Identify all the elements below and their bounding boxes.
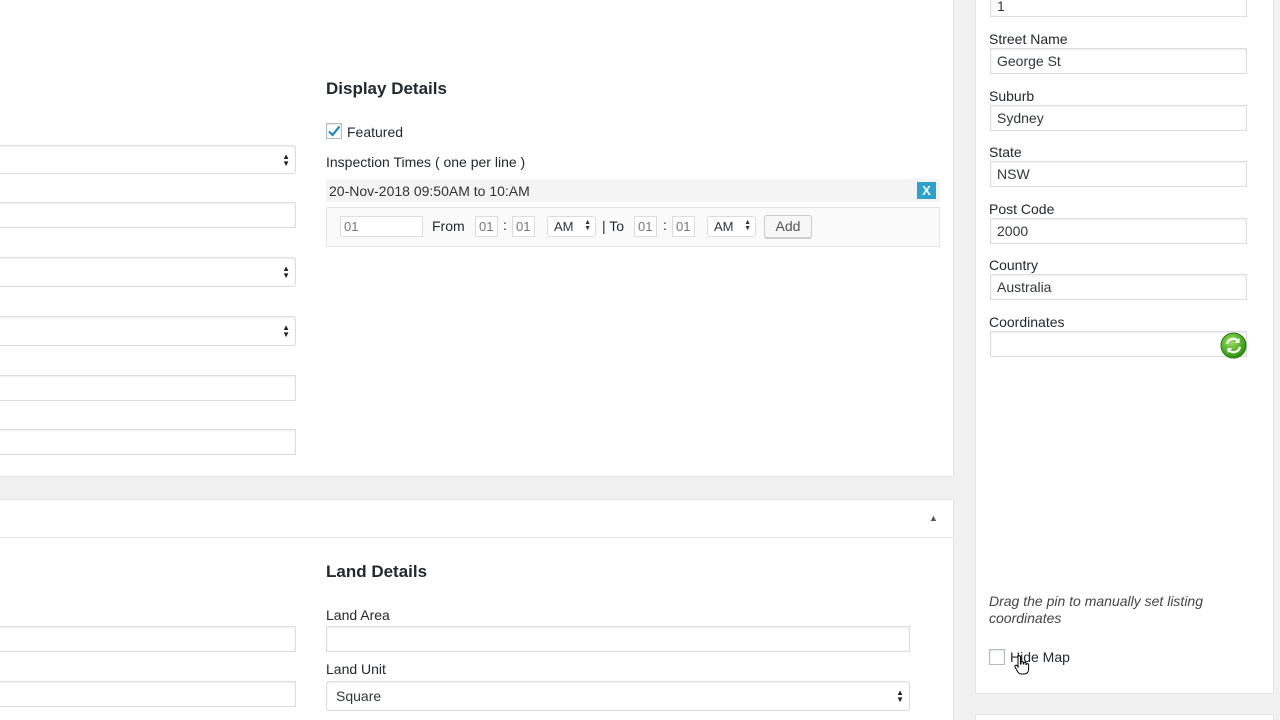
left-input-3[interactable]: [0, 429, 296, 455]
land-unit-value: Square: [336, 688, 382, 704]
to-ampm-value: AM: [714, 219, 734, 234]
hide-map-checkbox[interactable]: [989, 649, 1005, 665]
select-arrows-icon: ▲ ▼: [282, 264, 290, 280]
street-name-label: Street Name: [989, 31, 1068, 47]
from-label: From: [432, 218, 465, 234]
street-name-input[interactable]: George St: [990, 48, 1247, 74]
select-arrows-icon: ▲ ▼: [282, 151, 290, 168]
featured-label: Featured: [347, 124, 404, 140]
left-select-3[interactable]: ▲ ▼: [0, 316, 296, 346]
postcode-label: Post Code: [989, 201, 1055, 217]
panel-header-divider: [0, 537, 954, 538]
left-input-2[interactable]: [0, 375, 296, 401]
left-input-1[interactable]: [0, 202, 296, 228]
land-area-label: Land Area: [326, 607, 390, 623]
select-arrows-icon: ▲ ▼: [584, 219, 591, 232]
to-ampm-select[interactable]: AM ▲ ▼: [707, 216, 756, 237]
left-input-4[interactable]: [0, 626, 296, 652]
refresh-coordinates-icon[interactable]: [1220, 332, 1247, 359]
from-ampm-select[interactable]: AM ▲ ▼: [547, 216, 596, 237]
coordinates-label: Coordinates: [989, 314, 1065, 330]
to-minute-input[interactable]: 01: [672, 216, 695, 237]
left-input-5[interactable]: [0, 681, 296, 707]
select-arrows-icon: ▲ ▼: [896, 688, 904, 704]
new-inspection-row: 01 From 01 : 01 AM ▲ ▼ | To 01 : 01 AM ▲ ▼ A…: [326, 207, 940, 247]
postcode-input[interactable]: 2000: [990, 218, 1247, 244]
remove-inspection-button[interactable]: X: [917, 182, 936, 199]
select-arrows-icon: ▲ ▼: [744, 219, 751, 232]
country-label: Country: [989, 257, 1039, 273]
state-label: State: [989, 144, 1022, 160]
from-hour-input[interactable]: 01: [475, 216, 498, 237]
featured-checkbox[interactable]: [326, 123, 342, 139]
sidebar-panel-next: [975, 714, 1274, 720]
left-select-2[interactable]: ▲ ▼: [0, 257, 296, 287]
street-number-input[interactable]: 1: [990, 0, 1247, 17]
map-drag-note: Drag the pin to manually set listing coo…: [989, 593, 1203, 626]
state-input[interactable]: NSW: [990, 161, 1247, 187]
suburb-input[interactable]: Sydney: [990, 105, 1247, 131]
display-details-heading: Display Details: [326, 79, 447, 98]
hand-cursor-icon: [1013, 655, 1031, 675]
collapse-toggle-icon[interactable]: ▲: [929, 513, 938, 523]
land-area-input[interactable]: [326, 626, 910, 652]
inspection-entry-text: 20-Nov-2018 09:50AM to 10:AM: [329, 183, 530, 199]
to-hour-input[interactable]: 01: [634, 216, 657, 237]
inspection-date-input[interactable]: 01: [340, 216, 423, 237]
from-time-separator: :: [503, 217, 507, 233]
checkmark-icon: [328, 125, 341, 137]
coordinates-input[interactable]: [990, 331, 1247, 357]
select-arrows-icon: ▲ ▼: [282, 323, 290, 339]
land-unit-label: Land Unit: [326, 661, 386, 677]
from-ampm-value: AM: [554, 219, 574, 234]
inspection-entry-row: 20-Nov-2018 09:50AM to 10:AM X: [326, 179, 940, 202]
country-input[interactable]: Australia: [990, 274, 1247, 300]
left-select-1[interactable]: ▲ ▼: [0, 145, 296, 174]
add-inspection-button[interactable]: Add: [764, 215, 812, 238]
to-label: | To: [602, 218, 625, 234]
inspection-times-label: Inspection Times ( one per line ): [326, 154, 526, 170]
to-time-separator: :: [663, 217, 667, 233]
suburb-label: Suburb: [989, 88, 1035, 104]
land-details-heading: Land Details: [326, 562, 428, 581]
from-minute-input[interactable]: 01: [512, 216, 535, 237]
land-unit-select[interactable]: Square ▲ ▼: [326, 681, 910, 711]
